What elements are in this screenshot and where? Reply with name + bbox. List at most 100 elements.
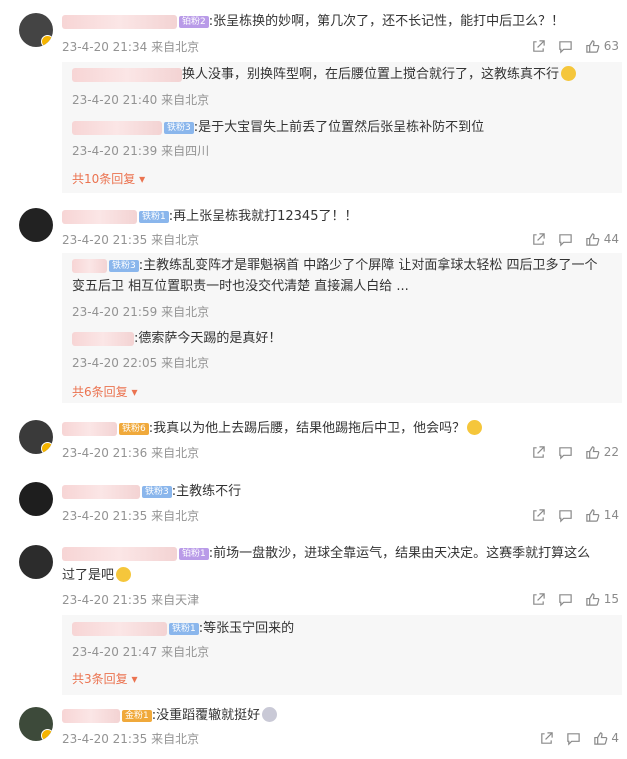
like-icon: [586, 508, 600, 522]
reply-text: 铁粉1:等张玉宁回来的: [72, 619, 294, 639]
like-button[interactable]: 14: [585, 508, 619, 523]
reply-box: 换人没事，别换阵型啊，在后腰位置上搅合就行了，这教练真不行 23-4-20 21…: [62, 62, 622, 193]
comment-button[interactable]: [558, 508, 573, 523]
like-icon: [586, 445, 600, 459]
share-button[interactable]: [531, 445, 546, 460]
comment-button[interactable]: [558, 39, 573, 54]
comment-button[interactable]: [558, 445, 573, 460]
fan-badge: 铁粉6: [119, 422, 149, 435]
comment-meta: 23-4-20 21:36 来自北京: [62, 446, 200, 460]
avatar[interactable]: [19, 208, 53, 242]
avatar[interactable]: [19, 420, 53, 454]
share-button[interactable]: [539, 731, 554, 746]
avatar[interactable]: [19, 482, 53, 516]
share-icon: [533, 232, 545, 245]
username-blurred[interactable]: [72, 120, 162, 135]
comment-icon: [559, 593, 572, 607]
like-button[interactable]: 22: [585, 445, 619, 460]
more-replies-link[interactable]: 共6条回复 ▾: [72, 383, 137, 400]
share-button[interactable]: [531, 232, 546, 247]
fan-badge: 铁粉1: [139, 210, 169, 223]
username-blurred[interactable]: [72, 67, 182, 82]
username-blurred[interactable]: [62, 421, 117, 436]
fan-badge: 金粉1: [122, 709, 152, 722]
username-blurred[interactable]: [62, 546, 177, 561]
share-button[interactable]: [531, 508, 546, 523]
username-blurred[interactable]: [62, 14, 177, 29]
comment-actions: 63: [519, 37, 619, 55]
comment-actions: 14: [519, 506, 619, 524]
fan-badge: 铂粉1: [179, 547, 209, 560]
reply-text-continued: 变五后卫 相互位置职责一时也没交代清楚 直接漏人白给 ...: [72, 279, 409, 294]
username-blurred[interactable]: [62, 484, 140, 499]
avatar[interactable]: [19, 545, 53, 579]
comment-button[interactable]: [558, 592, 573, 607]
more-replies-link[interactable]: 共3条回复 ▾: [72, 670, 137, 687]
verified-icon: [41, 442, 53, 454]
like-button[interactable]: 63: [585, 39, 619, 54]
username-blurred[interactable]: [62, 209, 137, 224]
reply-meta: 23-4-20 21:47 来自北京: [72, 645, 210, 659]
reply-meta: 23-4-20 21:59 来自北京: [72, 305, 210, 319]
reply-meta: 23-4-20 21:40 来自北京: [72, 93, 210, 107]
comment-icon: [566, 732, 580, 746]
comment-text-continued: 过了是吧: [62, 566, 132, 586]
like-icon: [586, 592, 600, 606]
comment-icon: [559, 509, 572, 523]
verified-icon: [41, 35, 53, 47]
comment-actions: 44: [519, 230, 619, 248]
like-button[interactable]: 4: [593, 731, 619, 746]
fan-badge: 铁粉3: [142, 485, 172, 498]
emoji-icon: [467, 420, 483, 435]
comment-meta: 23-4-20 21:35 来自天津: [62, 593, 200, 607]
like-button[interactable]: 15: [585, 592, 619, 607]
share-icon: [533, 592, 545, 605]
like-icon: [593, 731, 607, 745]
reply-text: 换人没事，别换阵型啊，在后腰位置上搅合就行了，这教练真不行: [72, 65, 577, 85]
share-button[interactable]: [531, 39, 546, 54]
comment-actions: 22: [519, 443, 619, 461]
username-blurred[interactable]: [72, 258, 107, 273]
emoji-icon: [262, 707, 278, 722]
share-icon: [533, 445, 545, 458]
reply-box: 铁粉3:主教练乱变阵才是罪魁祸首 中路少了个屏障 让对面拿球太轻松 四后卫多了一…: [62, 253, 622, 403]
share-icon: [540, 731, 553, 744]
comment-meta: 23-4-20 21:34 来自北京: [62, 40, 200, 54]
comment-text: 铁粉6:我真以为他上去踢后腰，结果他踢拖后中卫，他会吗？: [62, 419, 483, 439]
comment-text: 铂粉1:前场一盘散沙，进球全靠运气，结果由天决定。这赛季就打算这么: [62, 544, 590, 564]
like-button[interactable]: 44: [585, 232, 619, 247]
fan-badge: 铁粉1: [169, 622, 199, 635]
username-blurred[interactable]: [72, 331, 134, 346]
avatar[interactable]: [19, 13, 53, 47]
fan-badge: 铁粉3: [109, 259, 139, 272]
comment-button[interactable]: [566, 731, 581, 746]
emoji-icon: [561, 66, 577, 81]
reply-text: 铁粉3:是于大宝冒失上前丢了位置然后张呈栋补防不到位: [72, 118, 484, 138]
share-icon: [533, 508, 545, 521]
emoji-icon: [116, 567, 132, 582]
verified-icon: [41, 729, 53, 741]
share-button[interactable]: [531, 592, 546, 607]
like-icon: [586, 232, 600, 246]
comment-text: 铁粉1:再上张呈栋我就打12345了！！: [62, 207, 357, 227]
username-blurred[interactable]: [72, 621, 167, 636]
fan-badge: 铁粉3: [164, 121, 194, 134]
comment-text: 铁粉3:主教练不行: [62, 482, 241, 502]
reply-meta: 23-4-20 21:39 来自四川: [72, 144, 210, 158]
reply-text: :德索萨今天踢的是真好！: [72, 329, 281, 349]
reply-meta: 23-4-20 22:05 来自北京: [72, 356, 210, 370]
avatar[interactable]: [19, 707, 53, 741]
reply-text: 铁粉3:主教练乱变阵才是罪魁祸首 中路少了个屏障 让对面拿球太轻松 四后卫多了一…: [72, 256, 598, 276]
comment-meta: 23-4-20 21:35 来自北京: [62, 732, 200, 746]
comment-actions: 15: [519, 590, 619, 608]
reply-box: 铁粉1:等张玉宁回来的 23-4-20 21:47 来自北京 共3条回复 ▾: [62, 615, 622, 695]
comment-text: 金粉1:没重蹈覆辙就挺好: [62, 706, 278, 726]
username-blurred[interactable]: [62, 708, 120, 723]
comment-icon: [559, 40, 572, 54]
more-replies-link[interactable]: 共10条回复 ▾: [72, 170, 145, 187]
comment-meta: 23-4-20 21:35 来自北京: [62, 233, 200, 247]
comment-icon: [559, 233, 572, 247]
comment-button[interactable]: [558, 232, 573, 247]
fan-badge: 铂粉2: [179, 15, 209, 28]
comment-icon: [559, 446, 572, 460]
